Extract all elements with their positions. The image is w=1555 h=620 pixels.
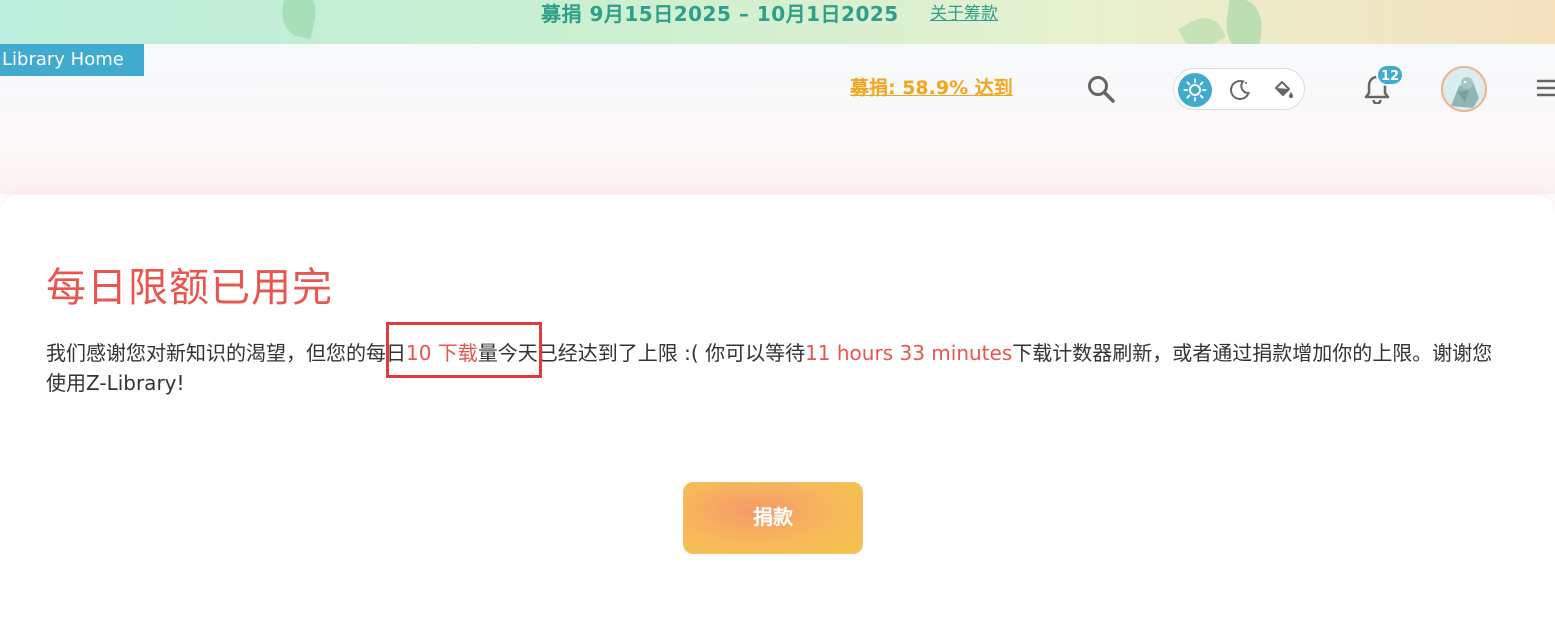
highlight-annotation-box (386, 322, 542, 378)
donate-button[interactable]: 捐款 (683, 482, 863, 554)
fundraising-banner: 募捐 9月15日2025 – 10月1日2025 关于筹款 (0, 0, 1555, 44)
leaf-decoration (277, 0, 321, 40)
custom-theme-button[interactable] (1266, 73, 1300, 107)
hamburger-menu-icon (1537, 79, 1555, 97)
paint-bucket-icon (1275, 81, 1293, 98)
light-theme-button[interactable] (1178, 73, 1212, 107)
avatar[interactable] (1441, 66, 1487, 112)
banner-text: 募捐 9月15日2025 – 10月1日2025 (541, 2, 899, 26)
limit-message: 我们感谢您对新知识的渴望，但您的每日10 下载量今天已经达到了上限 :( 你可以… (46, 338, 1506, 398)
library-home-link[interactable]: Library Home (0, 44, 144, 76)
search-button[interactable] (1084, 72, 1118, 106)
daily-limit-card: 每日限额已用完 我们感谢您对新知识的渴望，但您的每日10 下载量今天已经达到了上… (0, 195, 1555, 620)
message-text: 我们感谢您对新知识的渴望，但您的每日 (46, 341, 406, 365)
notification-count-badge: 12 (1376, 64, 1404, 86)
user-avatar-icon (1443, 68, 1485, 110)
search-icon (1088, 76, 1115, 103)
dark-theme-button[interactable] (1223, 73, 1257, 107)
menu-button[interactable] (1533, 76, 1555, 100)
page-title: 每日限额已用完 (46, 265, 333, 311)
fund-progress-link[interactable]: 募捐: 58.9% 达到 (850, 76, 1013, 100)
moon-icon (1230, 80, 1250, 100)
header: Library Home 募捐: 58.9% 达到 12 (0, 44, 1555, 194)
leaf-decoration (1222, 0, 1266, 44)
about-fundraising-link[interactable]: 关于筹款 (930, 4, 998, 24)
sun-icon (1183, 78, 1207, 102)
reset-countdown: 11 hours 33 minutes (805, 341, 1013, 365)
leaf-decoration (1178, 10, 1226, 44)
theme-switcher (1173, 68, 1305, 110)
